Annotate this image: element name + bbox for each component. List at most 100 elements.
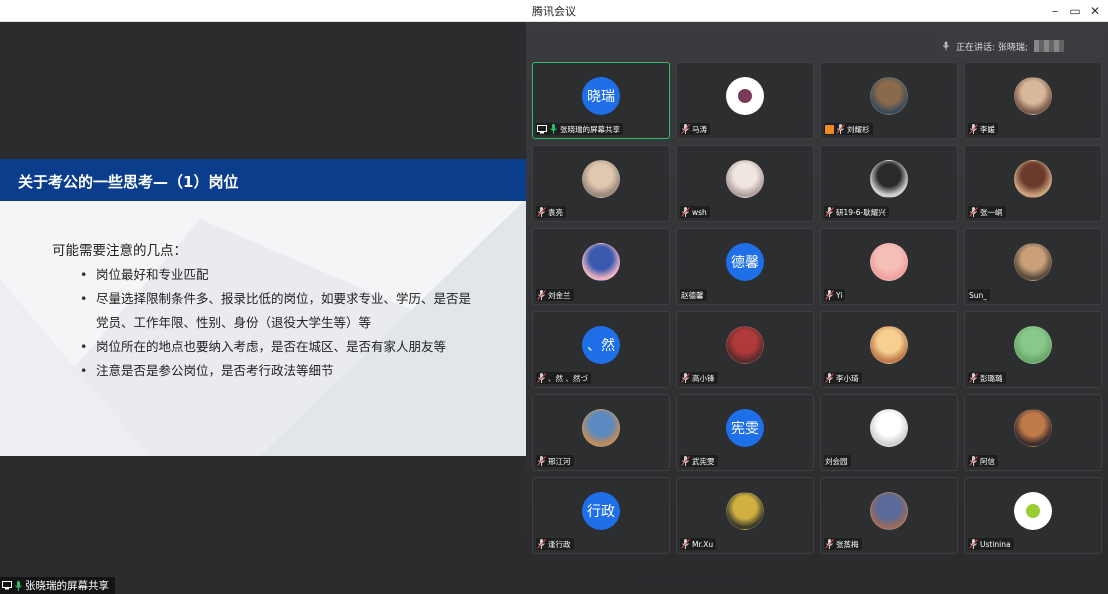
participant-tile[interactable]: 彭璐璐: [964, 311, 1102, 388]
participant-tile[interactable]: Mr.Xu: [676, 477, 814, 554]
participant-name: 阿信: [980, 456, 995, 466]
participant-tile[interactable]: wsh: [676, 145, 814, 222]
participant-name: Ustinina: [980, 539, 1011, 549]
participant-tile[interactable]: 李小琦: [820, 311, 958, 388]
avatar-photo: [582, 409, 620, 447]
avatar-photo: [870, 409, 908, 447]
participant-name: wsh: [692, 207, 707, 217]
participant-name: 张一峒: [980, 207, 1003, 217]
mic-muted-icon[interactable]: [825, 373, 834, 383]
mic-muted-icon[interactable]: [537, 207, 546, 217]
participant-tile[interactable]: 刘会园: [820, 394, 958, 471]
mic-muted-icon[interactable]: [825, 207, 834, 217]
participant-tile[interactable]: Yi: [820, 228, 958, 305]
speaking-mosaic: [1033, 40, 1064, 52]
slide-lead-text: 可能需要注意的几点：: [52, 243, 187, 259]
mic-muted-icon[interactable]: [836, 124, 845, 134]
participant-name: 赵德馨: [681, 290, 704, 300]
participant-name: 刘耀杉: [847, 124, 870, 134]
participant-tile[interactable]: Ustinina: [964, 477, 1102, 554]
mic-muted-icon[interactable]: [825, 290, 834, 300]
participant-nametag: 、然 、然づ: [536, 372, 591, 384]
participant-tile[interactable]: 刘耀杉: [820, 62, 958, 139]
slide-bullet: 注意是否是参公岗位，是否考行政法等细节: [80, 359, 480, 383]
participant-tile[interactable]: 、然 、然 、然づ: [532, 311, 670, 388]
avatar: [1014, 492, 1052, 530]
participant-tile[interactable]: 袁亮: [532, 145, 670, 222]
participant-name: Sun_: [969, 290, 988, 300]
participant-name: 逢行政: [548, 539, 571, 549]
title-bar: 腾讯会议 – ▭ ✕: [0, 0, 1108, 22]
participant-tile[interactable]: 邢江河: [532, 394, 670, 471]
avatar-photo: [1014, 243, 1052, 281]
participant-nametag: 阿信: [968, 455, 998, 467]
avatar-emblem: [1026, 504, 1040, 518]
mic-muted-icon[interactable]: [681, 207, 690, 217]
mic-muted-icon[interactable]: [681, 373, 690, 383]
close-button[interactable]: ✕: [1084, 1, 1106, 21]
restore-button[interactable]: ▭: [1064, 1, 1086, 21]
participant-nametag: 李媛: [968, 123, 998, 135]
mic-muted-icon[interactable]: [969, 373, 978, 383]
mic-muted-icon[interactable]: [969, 456, 978, 466]
participant-name: 高小锋: [692, 373, 715, 383]
participant-tile[interactable]: 研19-6-耿耀兴: [820, 145, 958, 222]
participant-nametag: 逢行政: [536, 538, 574, 550]
participant-name: 邢江河: [548, 456, 571, 466]
mic-muted-icon[interactable]: [537, 456, 546, 466]
participant-tile[interactable]: 宪雯 武宪雯: [676, 394, 814, 471]
participant-nametag: 高小锋: [680, 372, 718, 384]
participant-nametag: Sun_: [968, 289, 991, 301]
mic-muted-icon[interactable]: [969, 124, 978, 134]
participant-name: 张蒸梅: [836, 539, 859, 549]
avatar-photo: [726, 326, 764, 364]
avatar: 行政: [582, 492, 620, 530]
participant-tile[interactable]: 行政 逢行政: [532, 477, 670, 554]
mic-muted-icon[interactable]: [537, 539, 546, 549]
participant-tile[interactable]: 李媛: [964, 62, 1102, 139]
mic-muted-icon[interactable]: [969, 539, 978, 549]
participant-name: 研19-6-耿耀兴: [836, 207, 886, 217]
participant-tile[interactable]: 张一峒: [964, 145, 1102, 222]
participant-tile[interactable]: 张蒸梅: [820, 477, 958, 554]
mic-muted-icon[interactable]: [537, 373, 546, 383]
mic-muted-icon[interactable]: [681, 456, 690, 466]
mic-muted-icon[interactable]: [825, 539, 834, 549]
avatar-photo: [870, 492, 908, 530]
mic-muted-icon[interactable]: [969, 207, 978, 217]
slide-bullet: 岗位最好和专业匹配: [80, 263, 480, 287]
mic-on-icon[interactable]: [549, 124, 558, 134]
participant-name: 彭璐璐: [980, 373, 1003, 383]
screen-share-text: 张晓瑞的屏幕共享: [25, 580, 109, 592]
mic-muted-icon[interactable]: [681, 124, 690, 134]
minimize-button[interactable]: –: [1044, 1, 1066, 21]
participant-nametag: Ustinina: [968, 538, 1014, 550]
participant-tile[interactable]: 晓瑞 张晓瑞的屏幕共享: [532, 62, 670, 139]
participant-nametag: 刘会园: [824, 455, 851, 467]
participant-tile[interactable]: 阿信: [964, 394, 1102, 471]
participant-tile[interactable]: Sun_: [964, 228, 1102, 305]
avatar-photo: [870, 160, 908, 198]
speaker-mic-icon: [942, 41, 950, 51]
participant-nametag: 赵德馨: [680, 289, 707, 301]
avatar: 德馨: [726, 243, 764, 281]
avatar-photo: [870, 326, 908, 364]
mic-muted-icon[interactable]: [681, 539, 690, 549]
shared-screen-area: 关于考公的一些思考—（1）岗位 可能需要注意的几点： 岗位最好和专业匹配 尽量选…: [0, 22, 526, 594]
slide-bullet: 岗位所在的地点也要纳入考虑，是否在城区、是否有家人朋友等: [80, 335, 480, 359]
participant-tile[interactable]: 德馨赵德馨: [676, 228, 814, 305]
avatar-photo: [870, 77, 908, 115]
participant-tile[interactable]: 高小锋: [676, 311, 814, 388]
participant-name: 马涛: [692, 124, 707, 134]
speaking-text: 正在讲话: 张晓瑞;: [956, 42, 1028, 53]
participant-nametag: Mr.Xu: [680, 538, 717, 550]
mic-on-icon: [15, 580, 22, 591]
mic-muted-icon[interactable]: [537, 290, 546, 300]
participant-nametag: 袁亮: [536, 206, 566, 218]
participant-tile[interactable]: 马涛: [676, 62, 814, 139]
participant-name: Yi: [836, 290, 843, 300]
participant-name: Mr.Xu: [692, 539, 714, 549]
participant-nametag: Yi: [824, 289, 846, 301]
participant-nametag: 研19-6-耿耀兴: [824, 206, 889, 218]
participant-tile[interactable]: 刘金兰: [532, 228, 670, 305]
